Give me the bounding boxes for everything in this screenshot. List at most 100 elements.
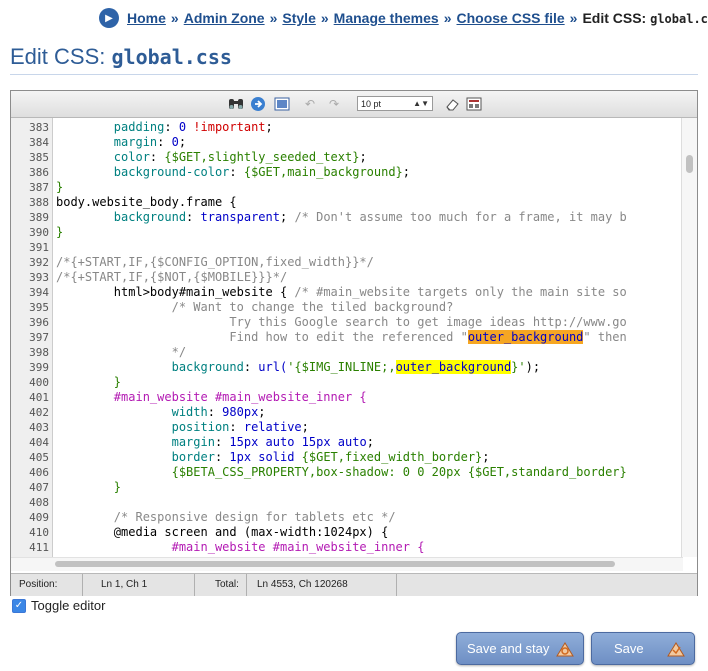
breadcrumb-home-link[interactable]: Home: [127, 10, 166, 26]
code-text: }: [56, 225, 64, 239]
code-text: position: relative;: [171, 420, 309, 434]
breadcrumb-admin-zone-link[interactable]: Admin Zone: [184, 10, 265, 26]
font-size-value: 10 pt: [361, 98, 382, 109]
horizontal-scroll-thumb[interactable]: [55, 561, 615, 567]
code-text: #main_website #main_website_inner {: [56, 390, 367, 404]
code-text: html>body#main_website { /* #main_websit…: [56, 285, 627, 299]
vertical-scrollbar[interactable]: [681, 118, 697, 557]
breadcrumb-separator: »: [269, 10, 278, 26]
line-number: 399: [29, 361, 49, 374]
line-number: 410: [29, 526, 49, 539]
code-text: }: [56, 480, 122, 494]
code-line: 393 /*{+START,IF,{$NOT,{$MOBILE}}}*/: [11, 270, 683, 285]
line-number: 386: [29, 166, 49, 179]
code-line: 395 /* Want to change the tiled backgrou…: [11, 300, 683, 315]
breadcrumb-style-link[interactable]: Style: [282, 10, 315, 26]
breadcrumb-arrow-icon: ▶: [99, 8, 119, 28]
breadcrumb: ▶ Home » Admin Zone » Style » Manage the…: [99, 8, 708, 28]
line-number: 384: [29, 136, 49, 149]
code-text: {$BETA_CSS_PROPERTY,box-shadow: 0 0 20px…: [171, 465, 627, 479]
code-text: background: url('{$IMG_INLINE;,outer_bac…: [171, 360, 541, 374]
horizontal-scrollbar[interactable]: [11, 557, 683, 571]
line-number: 387: [29, 181, 49, 194]
code-line: 387}: [11, 180, 683, 195]
breadcrumb-manage-themes-link[interactable]: Manage themes: [334, 10, 439, 26]
page-title-label: Edit CSS:: [10, 44, 106, 69]
line-number: 388: [29, 196, 49, 209]
code-line: 397 Find how to edit the referenced "out…: [11, 330, 683, 345]
code-line: 398 */: [11, 345, 683, 360]
breadcrumb-separator: »: [569, 10, 578, 26]
vertical-scroll-thumb[interactable]: [686, 155, 693, 173]
editor-toolbar: ↶ ↷ 10 pt ▲▼: [11, 91, 697, 118]
line-number: 394: [29, 286, 49, 299]
font-size-select[interactable]: 10 pt ▲▼: [357, 96, 433, 111]
code-line: 411 #main_website #main_website_inner {: [11, 540, 683, 555]
line-number: 397: [29, 331, 49, 344]
code-text: }: [56, 375, 122, 389]
code-text: margin: 15px auto 15px auto;: [171, 435, 374, 449]
toggle-editor[interactable]: ✓ Toggle editor: [12, 598, 105, 613]
fullscreen-icon[interactable]: [273, 95, 291, 113]
breadcrumb-current-label: Edit CSS:: [582, 10, 647, 26]
code-text: Try this Google search to get image idea…: [56, 315, 627, 329]
line-number: 389: [29, 211, 49, 224]
line-number: 392: [29, 256, 49, 269]
breadcrumb-separator: »: [443, 10, 452, 26]
code-text: /*{+START,IF,{$NOT,{$MOBILE}}}*/: [56, 270, 288, 284]
position-value: Ln 1, Ch 1: [83, 574, 195, 596]
goto-icon[interactable]: [249, 95, 267, 113]
code-text: /* Want to change the tiled background?: [56, 300, 454, 314]
line-number: 403: [29, 421, 49, 434]
code-line: 394 html>body#main_website { /* #main_we…: [11, 285, 683, 300]
save-and-stay-icon: [556, 642, 574, 657]
code-line: 388 body.website_body.frame {: [11, 195, 683, 210]
checkbox-checked-icon[interactable]: ✓: [12, 598, 26, 613]
redo-icon[interactable]: ↷: [325, 95, 343, 113]
editor-status-bar: Position: Ln 1, Ch 1 Total: Ln 4553, Ch …: [11, 573, 697, 596]
code-text: @media screen and (max-width:1024px) {: [56, 525, 389, 539]
eraser-icon[interactable]: [443, 95, 461, 113]
code-line: 385 color: {$GET,slightly_seeded_text};: [11, 150, 683, 165]
line-number: 405: [29, 451, 49, 464]
search-highlight: outer_background: [467, 330, 584, 344]
css-editor: ↶ ↷ 10 pt ▲▼ 383 padding: 0 !important; …: [10, 90, 698, 596]
code-text: /*{+START,IF,{$CONFIG_OPTION,fixed_width…: [56, 255, 374, 269]
undo-icon[interactable]: ↶: [301, 95, 319, 113]
breadcrumb-current: Edit CSS: global.css: [582, 10, 708, 26]
position-label: Position:: [11, 574, 83, 596]
line-number: 407: [29, 481, 49, 494]
code-line: 405 border: 1px solid {$GET,fixed_width_…: [11, 450, 683, 465]
code-line: 384 margin: 0;: [11, 135, 683, 150]
code-text: #main_website #main_website_inner {: [56, 540, 425, 554]
code-line: 389 background: transparent; /* Don't as…: [11, 210, 683, 225]
code-text: */: [56, 345, 187, 359]
select-arrows-icon: ▲▼: [413, 99, 429, 108]
line-number: 402: [29, 406, 49, 419]
code-line: 390}: [11, 225, 683, 240]
code-line: 407 }: [11, 480, 683, 495]
line-number: 400: [29, 376, 49, 389]
line-number: 396: [29, 316, 49, 329]
line-number: 404: [29, 436, 49, 449]
toggle-highlight-icon[interactable]: [465, 95, 483, 113]
save-icon: [667, 642, 685, 657]
code-text: Find how to edit the referenced "outer_b…: [56, 330, 627, 344]
code-text: color: {$GET,slightly_seeded_text};: [113, 150, 367, 164]
code-line: 399 background: url('{$IMG_INLINE;,outer…: [11, 360, 683, 375]
save-button[interactable]: Save: [591, 632, 695, 665]
search-highlight: outer_background: [395, 360, 512, 374]
binoculars-icon[interactable]: [227, 95, 245, 113]
save-and-stay-button[interactable]: Save and stay: [456, 632, 584, 665]
code-text: border: 1px solid {$GET,fixed_width_bord…: [171, 450, 490, 464]
breadcrumb-separator: »: [320, 10, 329, 26]
code-line: 406 {$BETA_CSS_PROPERTY,box-shadow: 0 0 …: [11, 465, 683, 480]
line-number: 411: [29, 541, 49, 554]
title-divider: [10, 74, 698, 75]
line-number: 409: [29, 511, 49, 524]
code-text: background-color: {$GET,main_background}…: [113, 165, 411, 179]
breadcrumb-choose-css-link[interactable]: Choose CSS file: [457, 10, 565, 26]
code-area[interactable]: 383 padding: 0 !important; 384 margin: 0…: [11, 118, 683, 557]
line-number: 385: [29, 151, 49, 164]
code-text: margin: 0;: [113, 135, 187, 149]
